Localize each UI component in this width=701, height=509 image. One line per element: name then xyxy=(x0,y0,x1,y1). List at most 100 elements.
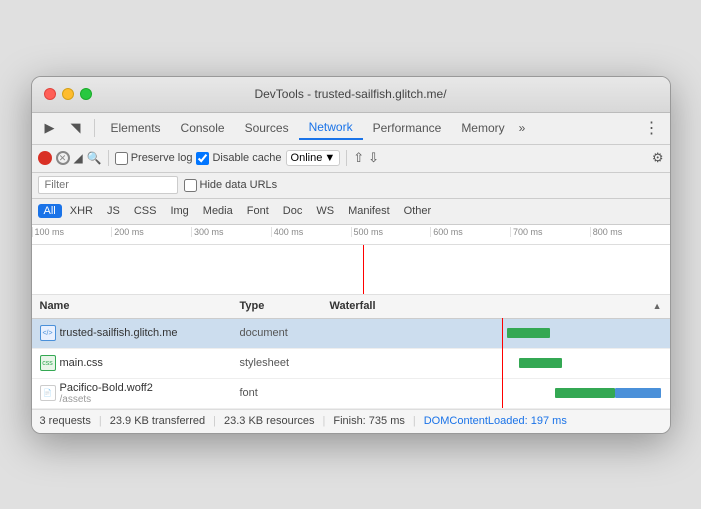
titlebar: DevTools - trusted-sailfish.glitch.me/ xyxy=(32,77,670,113)
col-waterfall: Waterfall ▲ xyxy=(330,300,662,312)
red-line-row1 xyxy=(502,318,503,348)
toolbar-separator xyxy=(94,119,95,137)
table-row[interactable]: </> trusted-sailfish.glitch.me document xyxy=(32,319,670,349)
timeline-ruler: 100 ms 200 ms 300 ms 400 ms 500 ms 600 m… xyxy=(32,225,670,245)
table-header: Name Type Waterfall ▲ xyxy=(32,295,670,319)
html-icon: </> xyxy=(40,325,56,341)
minimize-button[interactable] xyxy=(62,88,74,100)
filter-other[interactable]: Other xyxy=(398,204,438,218)
status-bar: 3 requests | 23.9 KB transferred | 23.3 … xyxy=(32,409,670,433)
filter-doc[interactable]: Doc xyxy=(277,204,309,218)
tick-400ms: 400 ms xyxy=(271,227,351,237)
tick-700ms: 700 ms xyxy=(510,227,590,237)
filter-js[interactable]: JS xyxy=(101,204,126,218)
throttle-select[interactable]: Online ▼ xyxy=(286,150,341,166)
filter-xhr[interactable]: XHR xyxy=(64,204,99,218)
col-name: Name xyxy=(40,300,240,312)
red-line-row3 xyxy=(502,378,503,408)
transferred-size: 23.9 KB transferred xyxy=(110,415,205,427)
tab-sources[interactable]: Sources xyxy=(235,117,299,139)
row-type-2: stylesheet xyxy=(240,357,330,369)
filter-all[interactable]: All xyxy=(38,204,62,218)
hide-data-urls-checkbox[interactable] xyxy=(184,179,197,192)
row-type-3: font xyxy=(240,387,330,399)
network-toolbar: ✕ ◢ 🔍 Preserve log Disable cache Online … xyxy=(32,145,670,173)
disable-cache-checkbox[interactable] xyxy=(196,152,209,165)
filter-img[interactable]: Img xyxy=(164,204,194,218)
devtools-window: DevTools - trusted-sailfish.glitch.me/ ▶… xyxy=(31,76,671,434)
filter-manifest[interactable]: Manifest xyxy=(342,204,396,218)
import-icon[interactable]: ⇧ xyxy=(353,150,364,166)
preserve-log-label[interactable]: Preserve log xyxy=(115,152,193,165)
filter-media[interactable]: Media xyxy=(197,204,239,218)
waterfall-bar-green xyxy=(555,388,615,398)
timeline-area: 100 ms 200 ms 300 ms 400 ms 500 ms 600 m… xyxy=(32,225,670,295)
sort-arrow-icon: ▲ xyxy=(653,301,662,311)
finish-time: Finish: 735 ms xyxy=(333,415,405,427)
tab-performance[interactable]: Performance xyxy=(363,117,452,139)
close-button[interactable] xyxy=(44,88,56,100)
nav-tabs: Elements Console Sources Network Perform… xyxy=(101,116,638,140)
waterfall-bar-blue xyxy=(615,388,661,398)
requests-count: 3 requests xyxy=(40,415,91,427)
tick-300ms: 300 ms xyxy=(191,227,271,237)
red-line-timeline xyxy=(363,245,364,295)
hide-data-urls-label[interactable]: Hide data URLs xyxy=(184,179,278,192)
row-name-3: 📄 Pacifico-Bold.woff2 /assets xyxy=(40,382,240,405)
disable-cache-label[interactable]: Disable cache xyxy=(196,152,281,165)
tick-600ms: 600 ms xyxy=(430,227,510,237)
sep2: | xyxy=(213,415,216,427)
filter-ws[interactable]: WS xyxy=(310,204,340,218)
cursor-icon[interactable]: ▶ xyxy=(38,116,62,140)
file-icon: 📄 xyxy=(40,385,56,401)
row-type-1: document xyxy=(240,327,330,339)
red-line-row2 xyxy=(502,348,503,378)
toolbar2-separator2 xyxy=(346,150,347,166)
table-row[interactable]: css main.css stylesheet xyxy=(32,349,670,379)
toolbar2-separator xyxy=(108,150,109,166)
filter-input[interactable] xyxy=(38,176,178,194)
record-button[interactable] xyxy=(38,151,52,165)
tick-200ms: 200 ms xyxy=(111,227,191,237)
tick-100ms: 100 ms xyxy=(32,227,112,237)
timeline-content xyxy=(32,245,670,295)
tab-memory[interactable]: Memory xyxy=(451,117,514,139)
settings-icon[interactable]: ⚙ xyxy=(652,150,664,166)
maximize-button[interactable] xyxy=(80,88,92,100)
tab-console[interactable]: Console xyxy=(171,117,235,139)
resources-size: 23.3 KB resources xyxy=(224,415,315,427)
row-name-2: css main.css xyxy=(40,355,240,371)
tab-network[interactable]: Network xyxy=(299,116,363,140)
row-name-1: </> trusted-sailfish.glitch.me xyxy=(40,325,240,341)
tick-500ms: 500 ms xyxy=(351,227,431,237)
table-row[interactable]: 📄 Pacifico-Bold.woff2 /assets font xyxy=(32,379,670,409)
waterfall-bar-green xyxy=(507,328,550,338)
sep1: | xyxy=(99,415,102,427)
mobile-icon[interactable]: ◥ xyxy=(64,116,88,140)
window-title: DevTools - trusted-sailfish.glitch.me/ xyxy=(254,87,446,101)
filter-css[interactable]: CSS xyxy=(128,204,163,218)
traffic-lights xyxy=(44,88,92,100)
sep4: | xyxy=(413,415,416,427)
row-waterfall-2 xyxy=(330,356,662,370)
clear-button[interactable]: ✕ xyxy=(56,151,70,165)
sep3: | xyxy=(322,415,325,427)
filter-font[interactable]: Font xyxy=(241,204,275,218)
preserve-log-checkbox[interactable] xyxy=(115,152,128,165)
dom-loaded: DOMContentLoaded: 197 ms xyxy=(424,415,567,427)
more-tabs-icon[interactable]: » xyxy=(515,119,530,137)
row-waterfall-3 xyxy=(330,386,662,400)
tick-800ms: 800 ms xyxy=(590,227,670,237)
search-icon[interactable]: 🔍 xyxy=(87,151,102,165)
filter-bar: Hide data URLs xyxy=(32,173,670,199)
menu-icon[interactable]: ⋮ xyxy=(640,118,664,138)
nav-toolbar: ▶ ◥ Elements Console Sources Network Per… xyxy=(32,113,670,145)
col-type: Type xyxy=(240,300,330,312)
main-table: Name Type Waterfall ▲ </> trusted-sailfi… xyxy=(32,295,670,409)
export-icon[interactable]: ⇩ xyxy=(368,150,379,166)
css-icon: css xyxy=(40,355,56,371)
filter-icon[interactable]: ◢ xyxy=(74,151,83,165)
tab-elements[interactable]: Elements xyxy=(101,117,171,139)
type-filters: All XHR JS CSS Img Media Font Doc WS Man… xyxy=(32,199,670,225)
row-waterfall-1 xyxy=(330,326,662,340)
